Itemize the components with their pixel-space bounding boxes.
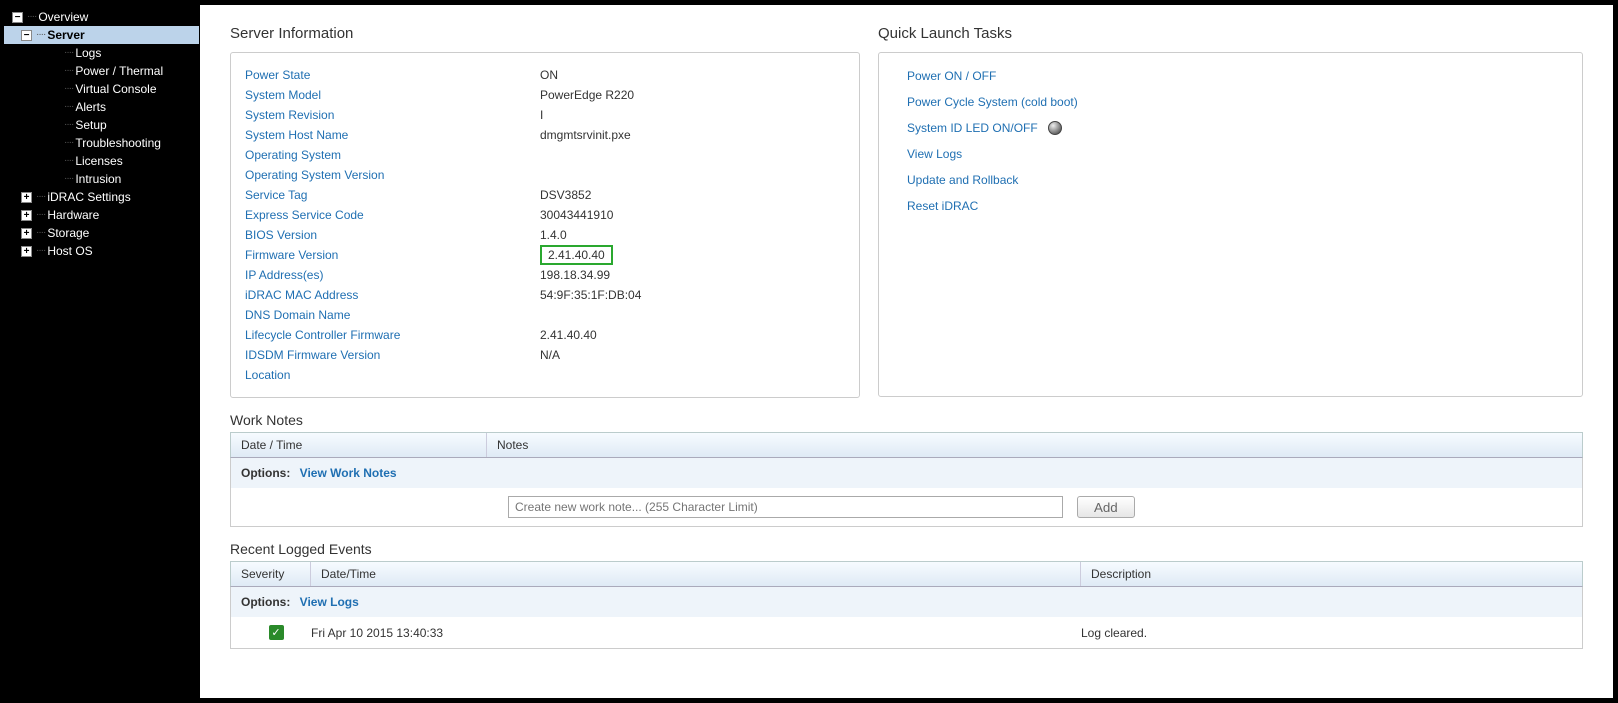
label-express-code[interactable]: Express Service Code bbox=[245, 208, 540, 222]
col-severity: Severity bbox=[231, 562, 311, 586]
value-idsdm-fw: N/A bbox=[540, 348, 560, 362]
nav-host-os[interactable]: +····Host OS bbox=[4, 242, 199, 260]
expand-icon[interactable]: + bbox=[21, 192, 32, 203]
nav-troubleshooting[interactable]: ····Troubleshooting bbox=[4, 134, 199, 152]
nav-virtual-console[interactable]: ····Virtual Console bbox=[4, 80, 199, 98]
label-power-state[interactable]: Power State bbox=[245, 68, 540, 82]
value-system-model: PowerEdge R220 bbox=[540, 88, 634, 102]
ql-system-id-led[interactable]: System ID LED ON/OFF bbox=[907, 115, 1554, 141]
nav-idrac-settings[interactable]: +····iDRAC Settings bbox=[4, 188, 199, 206]
col-description: Description bbox=[1081, 562, 1582, 586]
work-note-input[interactable] bbox=[508, 496, 1063, 518]
add-note-button[interactable]: Add bbox=[1077, 496, 1135, 518]
value-idrac-mac: 54:9F:35:1F:DB:04 bbox=[540, 288, 641, 302]
events-header: Severity Date/Time Description bbox=[230, 561, 1583, 587]
server-info-title: Server Information bbox=[230, 25, 860, 42]
ql-reset-idrac[interactable]: Reset iDRAC bbox=[907, 193, 1554, 219]
nav-hardware[interactable]: +····Hardware bbox=[4, 206, 199, 224]
collapse-icon[interactable]: − bbox=[21, 30, 32, 41]
view-work-notes-link[interactable]: View Work Notes bbox=[300, 466, 397, 480]
label-firmware-version[interactable]: Firmware Version bbox=[245, 248, 540, 262]
label-host-name[interactable]: System Host Name bbox=[245, 128, 540, 142]
led-indicator-icon bbox=[1048, 121, 1062, 135]
col-date-time: Date / Time bbox=[231, 433, 487, 457]
ql-power-cycle[interactable]: Power Cycle System (cold boot) bbox=[907, 89, 1554, 115]
label-ip-addresses[interactable]: IP Address(es) bbox=[245, 268, 540, 282]
quick-launch-title: Quick Launch Tasks bbox=[878, 25, 1583, 42]
nav-logs[interactable]: ····Logs bbox=[4, 44, 199, 62]
nav-setup[interactable]: ····Setup bbox=[4, 116, 199, 134]
ql-view-logs[interactable]: View Logs bbox=[907, 141, 1554, 167]
label-os[interactable]: Operating System bbox=[245, 148, 540, 162]
col-datetime: Date/Time bbox=[311, 562, 1081, 586]
value-lifecycle-fw: 2.41.40.40 bbox=[540, 328, 597, 342]
quick-launch-panel: Power ON / OFF Power Cycle System (cold … bbox=[878, 52, 1583, 397]
work-notes-header: Date / Time Notes bbox=[230, 432, 1583, 458]
ok-check-icon: ✓ bbox=[269, 625, 284, 640]
label-idsdm-fw[interactable]: IDSDM Firmware Version bbox=[245, 348, 540, 362]
event-row: ✓ Fri Apr 10 2015 13:40:33 Log cleared. bbox=[230, 617, 1583, 649]
ql-update-rollback[interactable]: Update and Rollback bbox=[907, 167, 1554, 193]
value-service-tag: DSV3852 bbox=[540, 188, 591, 202]
ql-system-id-led-label: System ID LED ON/OFF bbox=[907, 121, 1038, 135]
expand-icon[interactable]: + bbox=[21, 228, 32, 239]
nav-licenses[interactable]: ····Licenses bbox=[4, 152, 199, 170]
options-label: Options: bbox=[241, 466, 290, 480]
events-title: Recent Logged Events bbox=[230, 541, 1583, 557]
value-firmware-version: 2.41.40.40 bbox=[540, 245, 613, 265]
work-notes-options: Options: View Work Notes bbox=[230, 458, 1583, 488]
nav-alerts[interactable]: ····Alerts bbox=[4, 98, 199, 116]
view-logs-link[interactable]: View Logs bbox=[300, 595, 359, 609]
value-host-name: dmgmtsrvinit.pxe bbox=[540, 128, 631, 142]
expand-icon[interactable]: + bbox=[21, 246, 32, 257]
value-system-revision: I bbox=[540, 108, 543, 122]
event-datetime: Fri Apr 10 2015 13:40:33 bbox=[311, 626, 1081, 640]
label-system-model[interactable]: System Model bbox=[245, 88, 540, 102]
options-label: Options: bbox=[241, 595, 290, 609]
value-ip-addresses: 198.18.34.99 bbox=[540, 268, 610, 282]
label-lifecycle-fw[interactable]: Lifecycle Controller Firmware bbox=[245, 328, 540, 342]
label-bios-version[interactable]: BIOS Version bbox=[245, 228, 540, 242]
work-notes-title: Work Notes bbox=[230, 412, 1583, 428]
main-content: Server Information Power StateON System … bbox=[199, 4, 1614, 699]
work-note-input-row: Add bbox=[230, 488, 1583, 527]
collapse-icon[interactable]: − bbox=[12, 12, 23, 23]
nav-server[interactable]: − ···· Server bbox=[4, 26, 199, 44]
nav-storage[interactable]: +····Storage bbox=[4, 224, 199, 242]
label-system-revision[interactable]: System Revision bbox=[245, 108, 540, 122]
label-dns-domain[interactable]: DNS Domain Name bbox=[245, 308, 540, 322]
col-notes: Notes bbox=[487, 433, 1582, 457]
nav-overview[interactable]: − ···· Overview bbox=[4, 8, 199, 26]
nav-power-thermal[interactable]: ····Power / Thermal bbox=[4, 62, 199, 80]
server-info-panel: Power StateON System ModelPowerEdge R220… bbox=[230, 52, 860, 398]
nav-tree: − ···· Overview − ···· Server ····Logs ·… bbox=[4, 4, 199, 699]
value-express-code: 30043441910 bbox=[540, 208, 613, 222]
ql-power-on-off[interactable]: Power ON / OFF bbox=[907, 63, 1554, 89]
events-options: Options: View Logs bbox=[230, 587, 1583, 617]
label-service-tag[interactable]: Service Tag bbox=[245, 188, 540, 202]
nav-intrusion[interactable]: ····Intrusion bbox=[4, 170, 199, 188]
event-description: Log cleared. bbox=[1081, 626, 1572, 640]
value-bios-version: 1.4.0 bbox=[540, 228, 567, 242]
label-idrac-mac[interactable]: iDRAC MAC Address bbox=[245, 288, 540, 302]
label-location[interactable]: Location bbox=[245, 368, 540, 382]
label-os-version[interactable]: Operating System Version bbox=[245, 168, 540, 182]
expand-icon[interactable]: + bbox=[21, 210, 32, 221]
value-power-state: ON bbox=[540, 68, 558, 82]
